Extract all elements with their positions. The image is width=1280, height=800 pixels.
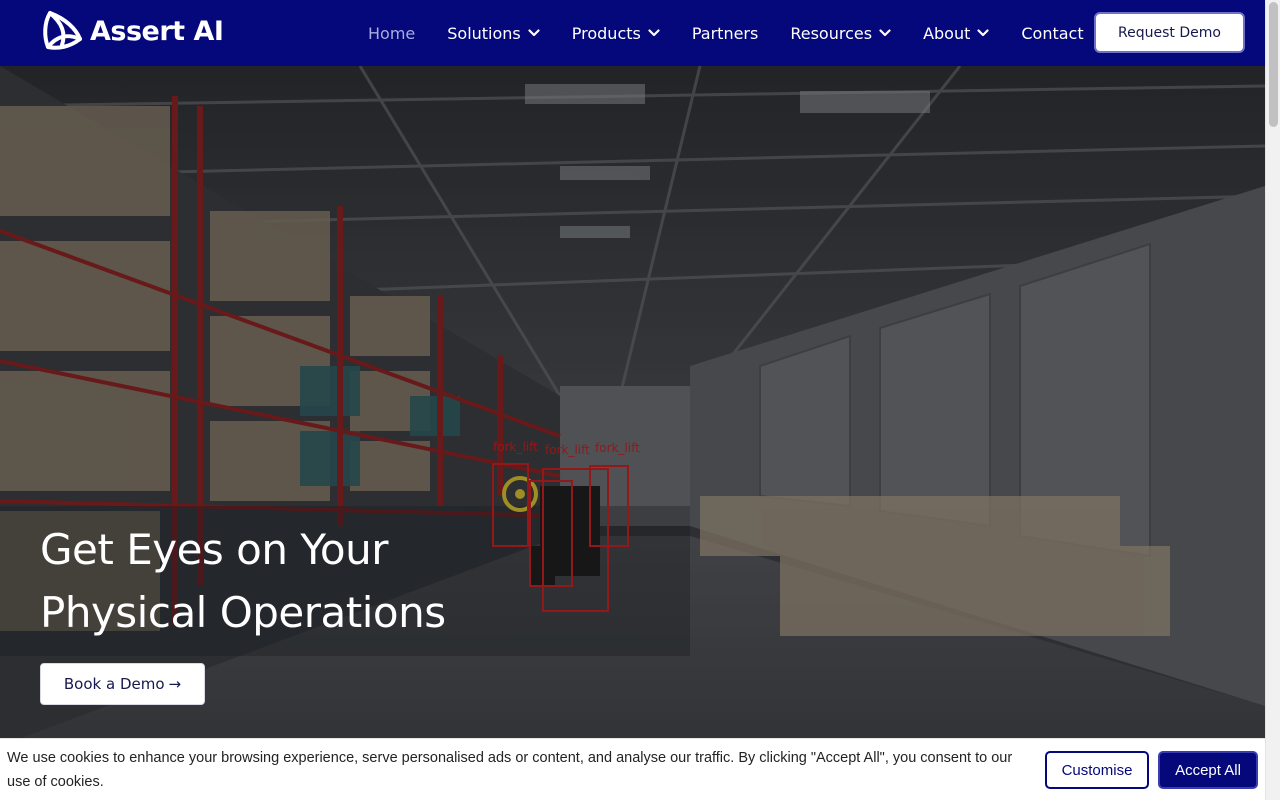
brand-logo[interactable]: Assert AI — [40, 9, 224, 53]
cookie-accept-all-button[interactable]: Accept All — [1158, 751, 1258, 789]
nav-item-label: Solutions — [447, 23, 521, 43]
hero-title-line1: Get Eyes on Your — [40, 525, 389, 574]
arrow-right-icon: → — [168, 675, 182, 693]
chevron-down-icon — [977, 29, 989, 37]
cookie-banner: We use cookies to enhance your browsing … — [0, 738, 1265, 800]
hero-title-line2: Physical Operations — [40, 588, 446, 637]
cookie-customise-button[interactable]: Customise — [1045, 751, 1149, 789]
nav-item-contact[interactable]: Contact — [1021, 24, 1083, 43]
main-nav: Home Solutions Products Partners Resourc… — [368, 0, 1116, 66]
nav-item-label: Resources — [790, 23, 873, 43]
request-demo-button[interactable]: Request Demo — [1094, 12, 1245, 53]
nav-item-solutions[interactable]: Solutions — [447, 24, 540, 43]
nav-item-resources[interactable]: Resources — [790, 24, 891, 43]
nav-item-label: About — [923, 23, 971, 43]
nav-item-label: Partners — [691, 23, 759, 43]
hero-section: fork_lift fork_lift fork_lift Get Eyes o… — [0, 66, 1265, 800]
nav-item-label: Home — [368, 23, 416, 43]
top-navbar: Assert AI Home Solutions Products Partne… — [0, 0, 1265, 66]
brand-name: Assert AI — [90, 15, 224, 47]
nav-item-partners[interactable]: Partners — [692, 24, 758, 43]
assert-logo-icon — [43, 11, 82, 50]
page-scrollbar[interactable] — [1265, 0, 1280, 800]
book-demo-button[interactable]: Book a Demo → — [40, 663, 205, 705]
chevron-down-icon — [648, 29, 660, 37]
chevron-down-icon — [528, 29, 540, 37]
nav-item-about[interactable]: About — [923, 24, 989, 43]
nav-item-label: Products — [571, 23, 641, 43]
hero-title: Get Eyes on Your Physical Operations — [40, 518, 446, 644]
book-demo-label: Book a Demo — [63, 675, 165, 693]
cookie-message: We use cookies to enhance your browsing … — [7, 750, 1013, 790]
chevron-down-icon — [879, 29, 891, 37]
nav-item-home[interactable]: Home — [368, 24, 415, 43]
nav-item-label: Contact — [1021, 23, 1084, 43]
nav-item-products[interactable]: Products — [572, 24, 660, 43]
scrollbar-thumb[interactable] — [1269, 2, 1278, 127]
